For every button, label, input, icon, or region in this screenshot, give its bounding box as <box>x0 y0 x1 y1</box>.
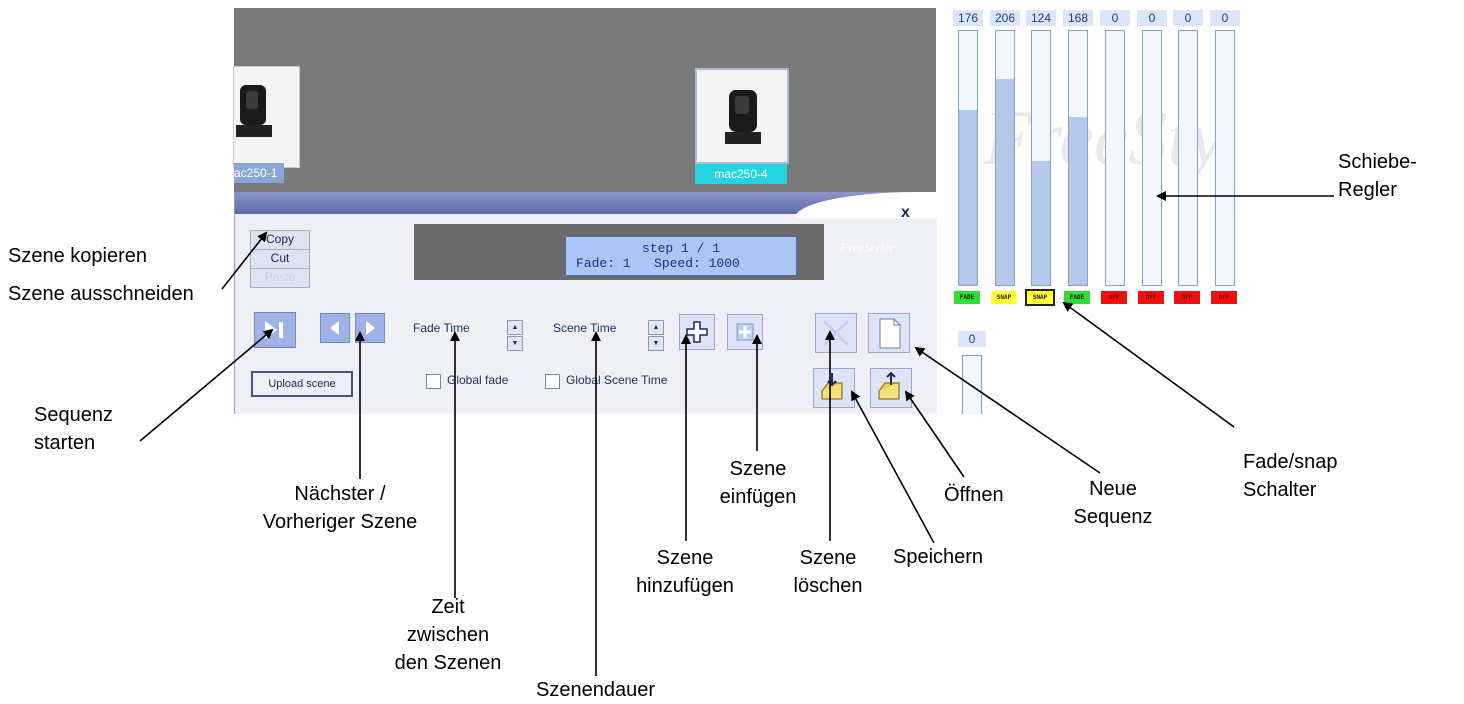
annotation-arrows <box>139 191 1334 676</box>
arrow-neue-sequenz <box>914 346 1101 474</box>
arrow-oeffnen <box>904 390 965 478</box>
arrow-sequenz-starten <box>139 328 274 442</box>
arrow-fade-snap <box>1062 301 1235 428</box>
arrow-copy <box>221 231 268 290</box>
